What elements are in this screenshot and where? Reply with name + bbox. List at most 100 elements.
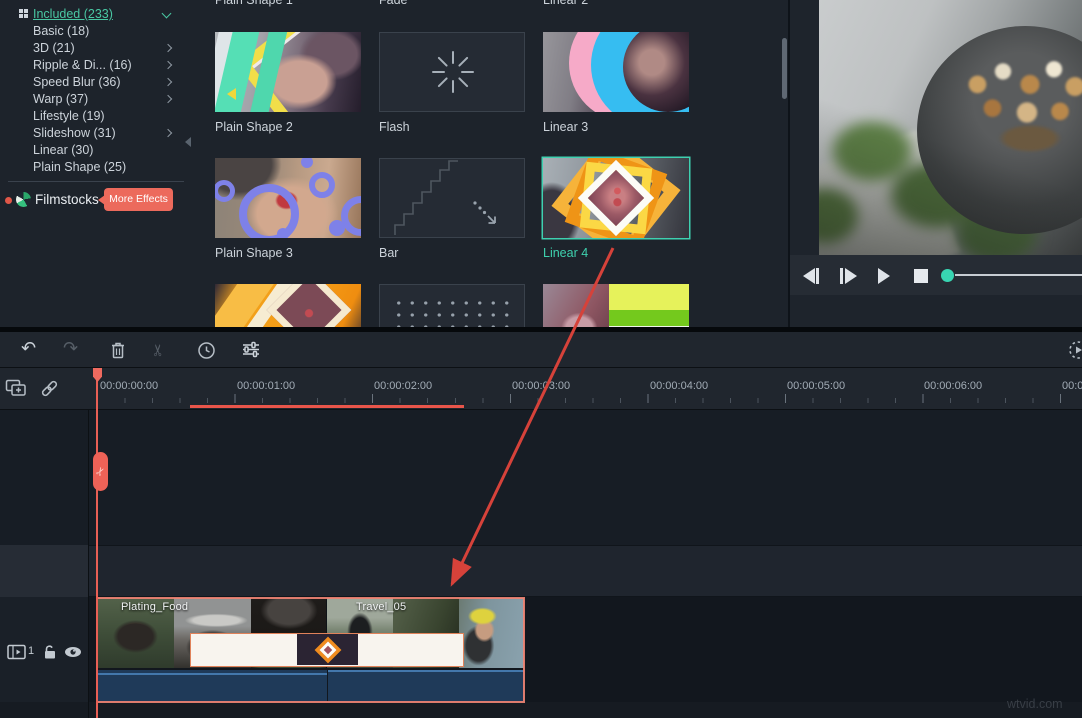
split-button[interactable]: ✂ — [153, 342, 166, 358]
chevron-right-icon[interactable] — [164, 44, 172, 52]
link-button[interactable] — [40, 379, 59, 402]
ruler-timestamp: 00:00:01:00 — [237, 380, 295, 392]
sidebar-item-plain-shape[interactable]: Plain Shape (25) — [33, 160, 126, 176]
sidebar-item-included[interactable]: Included (233) — [33, 7, 113, 23]
prev-frame-button[interactable] — [803, 268, 815, 284]
redo-icon: ↷ — [63, 338, 78, 358]
clip-name-label: Travel_05 — [356, 601, 406, 613]
transition-label-clipped: Fade — [379, 0, 408, 7]
chevron-right-icon[interactable] — [164, 78, 172, 86]
transition-thumb-flash[interactable] — [379, 32, 525, 112]
prev-frame-icon — [816, 268, 819, 284]
ruler-timestamp: 00:00:00:00 — [100, 380, 158, 392]
flash-rays-icon — [380, 33, 524, 111]
ruler-timestamp: 00:00:04:00 — [650, 380, 708, 392]
art-layer — [390, 293, 514, 327]
sidebar-item-linear[interactable]: Linear (30) — [33, 143, 93, 159]
play-icon — [878, 268, 890, 284]
play-button[interactable] — [878, 268, 890, 284]
art-layer — [609, 284, 689, 310]
transition-label: Plain Shape 2 — [215, 120, 293, 134]
track-type-icon — [7, 644, 27, 661]
add-to-track-icon — [5, 378, 28, 398]
transition-clip-linear-4[interactable] — [297, 634, 358, 665]
transition-thumb-row4-1[interactable] — [215, 284, 361, 327]
more-effects-badge[interactable]: More Effects — [104, 188, 173, 211]
chevron-right-icon[interactable] — [164, 61, 172, 69]
video-editor-window: Included (233) Basic (18) 3D (21) Ripple… — [0, 0, 1082, 718]
sidebar-item-lifestyle[interactable]: Lifestyle (19) — [33, 109, 105, 125]
track-number: 1 — [28, 645, 34, 657]
next-frame-icon — [845, 268, 857, 284]
sidebar-item-speed-blur[interactable]: Speed Blur (36) — [33, 75, 121, 91]
audio-clip-plating-food[interactable] — [97, 670, 327, 702]
split-icon: ✂ — [152, 343, 168, 356]
chevron-right-icon[interactable] — [164, 129, 172, 137]
audio-clip-travel-05[interactable] — [328, 670, 524, 702]
transition-thumb-linear-3[interactable] — [543, 32, 689, 112]
adjust-icon — [241, 341, 261, 358]
ruler-timestamp: 00:0 — [1062, 380, 1082, 392]
transition-drop-zone[interactable] — [190, 633, 464, 667]
next-frame-button[interactable] — [840, 268, 857, 284]
sidebar-item-slideshow[interactable]: Slideshow (31) — [33, 126, 116, 142]
playhead-split-handle[interactable]: ✂ — [93, 452, 108, 491]
toggle-visibility-button[interactable] — [64, 646, 82, 662]
chevron-down-icon[interactable] — [162, 9, 172, 19]
art-layer — [309, 172, 335, 198]
filmstocks-logo-icon — [16, 192, 31, 207]
transition-thumb-bar[interactable] — [379, 158, 525, 238]
art-layer — [609, 310, 689, 326]
delete-icon — [109, 341, 127, 360]
playhead-line — [96, 368, 98, 718]
adjust-button[interactable] — [241, 341, 261, 362]
transition-thumb-row4-2[interactable] — [379, 284, 525, 327]
undo-icon: ↶ — [21, 338, 36, 358]
art-layer — [239, 184, 299, 238]
sidebar-item-basic[interactable]: Basic (18) — [33, 24, 89, 40]
add-to-track-button[interactable] — [5, 378, 28, 402]
preview-video — [819, 0, 1082, 255]
art-layer — [329, 220, 345, 236]
empty-track-row[interactable] — [0, 545, 1082, 597]
bar-stairs-icon — [380, 159, 524, 237]
render-range-indicator — [190, 405, 464, 408]
stop-button[interactable] — [914, 269, 928, 283]
grid-scrollbar[interactable] — [782, 38, 787, 99]
transition-thumb-plain-shape-3[interactable] — [215, 158, 361, 238]
transition-label: Flash — [379, 120, 410, 134]
panel-collapse-icon[interactable] — [185, 137, 191, 147]
delete-button[interactable] — [109, 341, 127, 364]
art-layer — [543, 284, 609, 327]
sidebar-item-ripple[interactable]: Ripple & Di... (16) — [33, 58, 132, 74]
sidebar-divider — [8, 181, 184, 182]
transition-label-selected: Linear 4 — [543, 246, 588, 260]
seek-handle[interactable] — [941, 269, 954, 282]
seek-bar[interactable] — [955, 274, 1082, 276]
redo-button[interactable]: ↷ — [63, 339, 78, 358]
transition-thumb-linear-4-selected[interactable] — [543, 158, 689, 238]
audio-waveform-line — [97, 673, 327, 675]
render-preview-button[interactable] — [1068, 340, 1082, 364]
scissors-icon: ✂ — [93, 464, 109, 478]
lock-track-button[interactable] — [43, 644, 57, 664]
timeline-bottom-strip — [0, 702, 1082, 718]
chevron-right-icon[interactable] — [164, 95, 172, 103]
ruler-timestamp: 00:00:05:00 — [787, 380, 845, 392]
transition-thumb-plain-shape-2[interactable] — [215, 32, 361, 112]
sidebar-item-warp[interactable]: Warp (37) — [33, 92, 88, 108]
top-section: Included (233) Basic (18) 3D (21) Ripple… — [0, 0, 1082, 327]
filmstocks-link[interactable]: Filmstocks — [35, 192, 99, 207]
watermark: wtvid.com — [1007, 697, 1063, 711]
link-icon — [40, 379, 59, 398]
clip-name-label: Plating_Food — [121, 601, 188, 613]
next-frame-icon — [840, 268, 843, 284]
ruler-timestamp: 00:00:06:00 — [924, 380, 982, 392]
undo-button[interactable]: ↶ — [21, 339, 36, 358]
duration-button[interactable] — [197, 341, 216, 364]
lock-icon — [43, 644, 57, 660]
transition-thumb-row4-3[interactable] — [543, 284, 689, 327]
visibility-icon — [64, 646, 82, 658]
empty-track-space — [0, 410, 1082, 545]
sidebar-item-3d[interactable]: 3D (21) — [33, 41, 75, 57]
